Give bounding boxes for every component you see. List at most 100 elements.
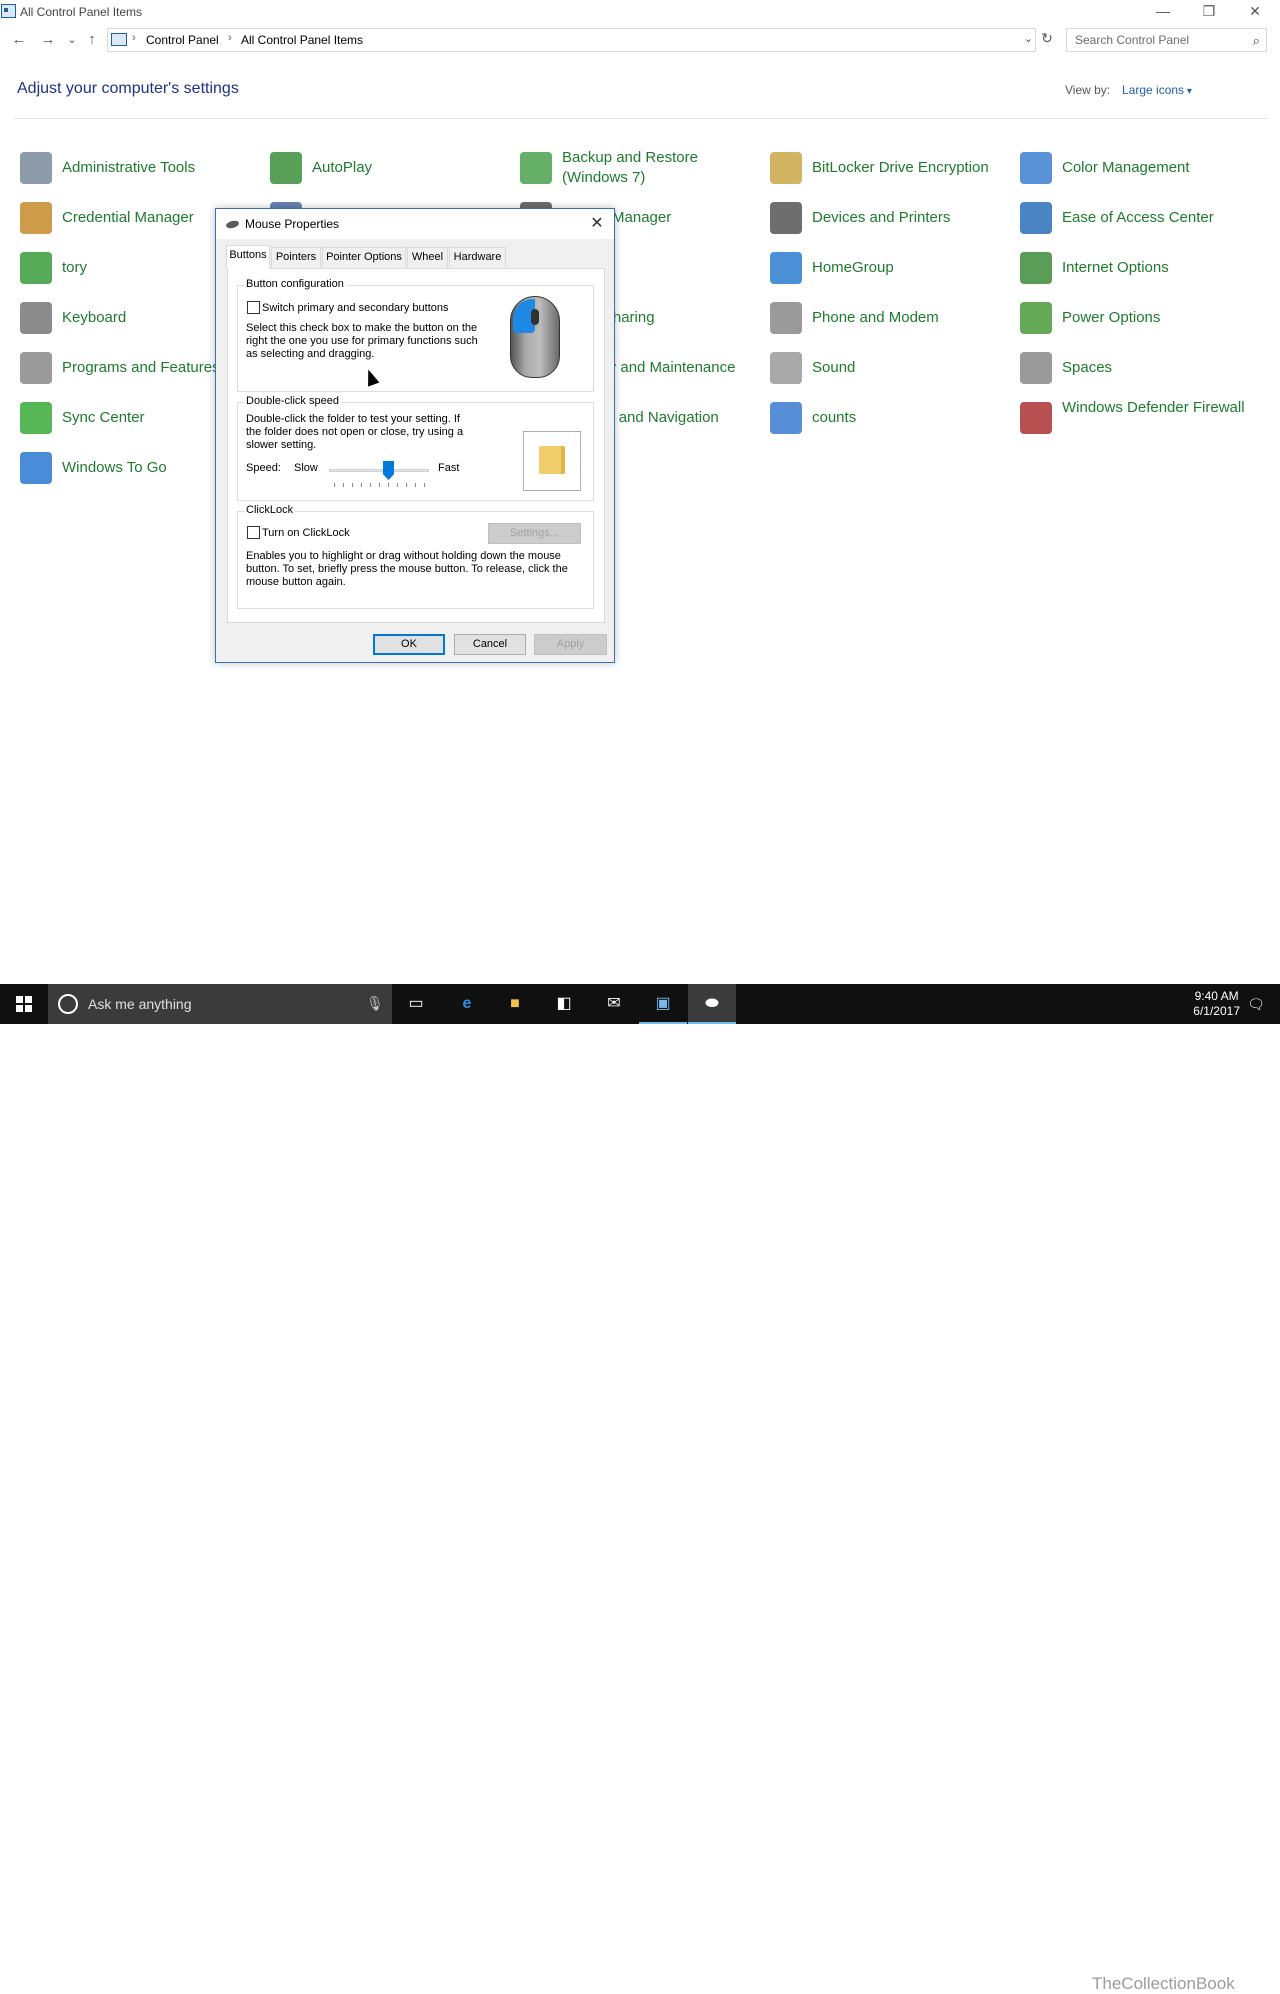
control-panel-item-label[interactable]: Phone and Modem xyxy=(812,308,939,328)
up-button[interactable]: ↑ xyxy=(82,30,102,50)
cortana-search-box[interactable]: Ask me anything 🎙 xyxy=(48,984,392,1024)
forward-button[interactable]: → xyxy=(38,30,58,50)
control-panel-item-label[interactable]: Sound xyxy=(812,358,855,378)
credential-manager-icon[interactable] xyxy=(20,202,52,234)
clicklock-label[interactable]: Turn on ClickLock xyxy=(262,527,350,540)
folder-icon[interactable] xyxy=(539,446,565,474)
back-button[interactable]: ← xyxy=(9,30,29,50)
control-panel-item[interactable]: Devices and Printers xyxy=(767,196,1012,242)
homegroup-icon[interactable] xyxy=(770,252,802,284)
devices-printers-icon[interactable] xyxy=(770,202,802,234)
double-click-speed-slider[interactable] xyxy=(329,469,429,472)
user-accounts-icon[interactable] xyxy=(770,402,802,434)
control-panel-item[interactable]: Spaces xyxy=(1017,346,1262,392)
power-options-icon[interactable] xyxy=(1020,302,1052,334)
action-center-icon[interactable]: 🗨 xyxy=(1232,984,1280,1024)
control-panel-item[interactable]: AutoPlay xyxy=(267,146,512,192)
autoplay-icon[interactable] xyxy=(270,152,302,184)
control-panel-item-label[interactable]: Spaces xyxy=(1062,358,1112,378)
firewall-icon[interactable] xyxy=(1020,402,1052,434)
ease-of-access-icon[interactable] xyxy=(1020,202,1052,234)
control-panel-item[interactable]: Administrative Tools xyxy=(17,146,262,192)
mail-icon[interactable]: ✉ xyxy=(590,984,638,1024)
control-panel-item-label[interactable]: Windows To Go xyxy=(62,458,167,478)
control-panel-item[interactable]: Windows Defender Firewall xyxy=(1017,396,1262,442)
control-panel-item[interactable]: Power Options xyxy=(1017,296,1262,342)
edge-icon[interactable]: e xyxy=(443,984,491,1024)
admin-tools-icon[interactable] xyxy=(20,152,52,184)
file-explorer-icon[interactable]: ■ xyxy=(491,984,539,1024)
ok-button[interactable]: OK xyxy=(373,634,445,655)
control-panel-item[interactable]: counts xyxy=(767,396,1012,442)
tab-wheel[interactable]: Wheel xyxy=(407,247,448,268)
breadcrumb-all-items[interactable]: All Control Panel Items xyxy=(241,33,363,47)
tab-pointers[interactable]: Pointers xyxy=(271,247,321,268)
control-panel-item-label[interactable]: tory xyxy=(62,258,87,278)
switch-buttons-label[interactable]: Switch primary and secondary buttons xyxy=(262,302,448,315)
microphone-icon[interactable]: 🎙 xyxy=(366,995,384,1012)
search-input[interactable]: Search Control Panel ⌕ xyxy=(1066,28,1267,52)
control-panel-item[interactable]: BitLocker Drive Encryption xyxy=(767,146,1012,192)
recent-locations-button[interactable]: ⌄ xyxy=(62,30,82,50)
control-panel-item[interactable]: Color Management xyxy=(1017,146,1262,192)
store-icon[interactable]: ◧ xyxy=(540,984,588,1024)
tab-hardware[interactable]: Hardware xyxy=(449,247,506,268)
sound-icon[interactable] xyxy=(770,352,802,384)
storage-spaces-icon[interactable] xyxy=(1020,352,1052,384)
clicklock-checkbox[interactable] xyxy=(247,526,260,539)
control-panel-item-label[interactable]: BitLocker Drive Encryption xyxy=(812,158,989,178)
address-bar[interactable]: › Control Panel › All Control Panel Item… xyxy=(107,28,1036,52)
control-panel-item-label[interactable]: Keyboard xyxy=(62,308,126,328)
tab-buttons[interactable]: Buttons xyxy=(226,245,270,269)
breadcrumb-separator[interactable]: › xyxy=(228,32,232,44)
control-panel-item-label[interactable]: Devices and Printers xyxy=(812,208,950,228)
color-management-icon[interactable] xyxy=(1020,152,1052,184)
control-panel-item-label[interactable]: HomeGroup xyxy=(812,258,894,278)
control-panel-item-label[interactable]: Administrative Tools xyxy=(62,158,195,178)
refresh-button[interactable]: ↻ xyxy=(1038,30,1056,50)
clicklock-settings-button[interactable]: Settings... xyxy=(488,523,581,544)
tab-pointer-options[interactable]: Pointer Options xyxy=(322,247,406,268)
control-panel-item-label[interactable]: Credential Manager xyxy=(62,208,194,228)
close-button[interactable]: ✕ xyxy=(1232,0,1278,24)
mouse-properties-taskbar-icon[interactable]: ⬬ xyxy=(688,984,736,1024)
dialog-title-bar[interactable]: Mouse Properties ✕ xyxy=(216,209,614,239)
dialog-close-button[interactable]: ✕ xyxy=(586,213,608,235)
task-view-icon[interactable]: ▭ xyxy=(392,984,440,1024)
control-panel-item-label[interactable]: Power Options xyxy=(1062,308,1160,328)
control-panel-item-label[interactable]: Windows Defender Firewall xyxy=(1062,398,1257,418)
apply-button[interactable]: Apply xyxy=(534,634,607,655)
breadcrumb-separator[interactable]: › xyxy=(132,32,136,44)
keyboard-icon[interactable] xyxy=(20,302,52,334)
control-panel-item[interactable]: HomeGroup xyxy=(767,246,1012,292)
search-icon[interactable]: ⌕ xyxy=(1253,33,1260,49)
internet-options-icon[interactable] xyxy=(1020,252,1052,284)
control-panel-item-label[interactable]: Backup and Restore (Windows 7) xyxy=(562,148,757,188)
windows-to-go-icon[interactable] xyxy=(20,452,52,484)
sync-center-icon[interactable] xyxy=(20,402,52,434)
control-panel-item[interactable]: Ease of Access Center xyxy=(1017,196,1262,242)
restore-button[interactable]: ❐ xyxy=(1186,0,1232,24)
start-button[interactable] xyxy=(0,984,48,1024)
bitlocker-icon[interactable] xyxy=(770,152,802,184)
cancel-button[interactable]: Cancel xyxy=(454,634,526,655)
breadcrumb-control-panel[interactable]: Control Panel xyxy=(146,33,219,47)
switch-buttons-checkbox[interactable] xyxy=(247,301,260,314)
backup-icon[interactable] xyxy=(520,152,552,184)
phone-modem-icon[interactable] xyxy=(770,302,802,334)
control-panel-item-label[interactable]: Programs and Features xyxy=(62,358,220,378)
control-panel-item[interactable]: Phone and Modem xyxy=(767,296,1012,342)
control-panel-item-label[interactable]: Color Management xyxy=(1062,158,1190,178)
control-panel-item[interactable]: Internet Options xyxy=(1017,246,1262,292)
test-folder-area[interactable] xyxy=(523,431,581,491)
programs-features-icon[interactable] xyxy=(20,352,52,384)
control-panel-taskbar-icon[interactable]: ▣ xyxy=(639,984,687,1024)
control-panel-item-label[interactable]: Internet Options xyxy=(1062,258,1169,278)
control-panel-item[interactable]: Sound xyxy=(767,346,1012,392)
control-panel-item-label[interactable]: Ease of Access Center xyxy=(1062,208,1214,228)
control-panel-item[interactable]: Backup and Restore (Windows 7) xyxy=(517,146,762,192)
minimize-button[interactable]: — xyxy=(1140,0,1186,24)
control-panel-item-label[interactable]: counts xyxy=(812,408,856,428)
address-dropdown-icon[interactable]: ⌄ xyxy=(1024,32,1033,45)
control-panel-item-label[interactable]: AutoPlay xyxy=(312,158,372,178)
